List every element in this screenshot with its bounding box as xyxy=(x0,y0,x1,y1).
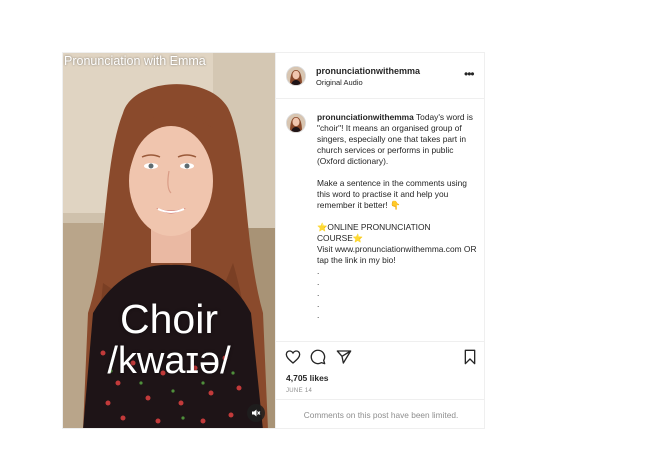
instagram-post: Pronunciation with Emma Choir /kwaɪə/ pr… xyxy=(62,52,485,429)
save-button[interactable] xyxy=(462,349,478,365)
caption-text: pronunciationwithemma Today's word is "c… xyxy=(317,112,477,321)
header-username[interactable]: pronunciationwithemma xyxy=(316,66,420,76)
comment-bubble-icon xyxy=(310,349,326,365)
post-header: pronunciationwithemma Original Audio ••• xyxy=(276,53,484,99)
comment-button[interactable] xyxy=(310,349,326,365)
share-button[interactable] xyxy=(336,349,352,365)
post-details: pronunciationwithemma Original Audio •••… xyxy=(275,53,484,428)
caption-body: Today's word is "choir"! It means an org… xyxy=(317,112,477,320)
more-options-button[interactable]: ••• xyxy=(464,67,475,81)
phonetic-transcription: /kwaɪə/ xyxy=(107,340,231,382)
featured-word: Choir xyxy=(120,296,218,342)
likes-count[interactable]: 4,705 likes xyxy=(286,373,329,383)
avatar[interactable] xyxy=(286,113,306,133)
comments-limited-notice: Comments on this post have been limited. xyxy=(276,399,484,428)
mute-button[interactable] xyxy=(247,404,265,422)
caption-section: pronunciationwithemma Today's word is "c… xyxy=(276,99,484,341)
audio-label[interactable]: Original Audio xyxy=(316,78,363,87)
bookmark-icon xyxy=(464,349,476,365)
video-player[interactable]: Pronunciation with Emma Choir /kwaɪə/ xyxy=(63,53,275,428)
post-date[interactable]: JUNE 14 xyxy=(286,388,312,394)
action-bar: 4,705 likes JUNE 14 xyxy=(276,341,484,400)
heart-icon xyxy=(285,350,301,364)
paper-plane-icon xyxy=(336,350,352,364)
like-button[interactable] xyxy=(285,349,301,365)
channel-watermark: Pronunciation with Emma xyxy=(64,54,206,68)
speaker-muted-icon xyxy=(252,409,261,417)
caption-username[interactable]: pronunciationwithemma xyxy=(317,112,414,122)
avatar[interactable] xyxy=(286,66,306,86)
more-horizontal-icon: ••• xyxy=(464,67,475,81)
